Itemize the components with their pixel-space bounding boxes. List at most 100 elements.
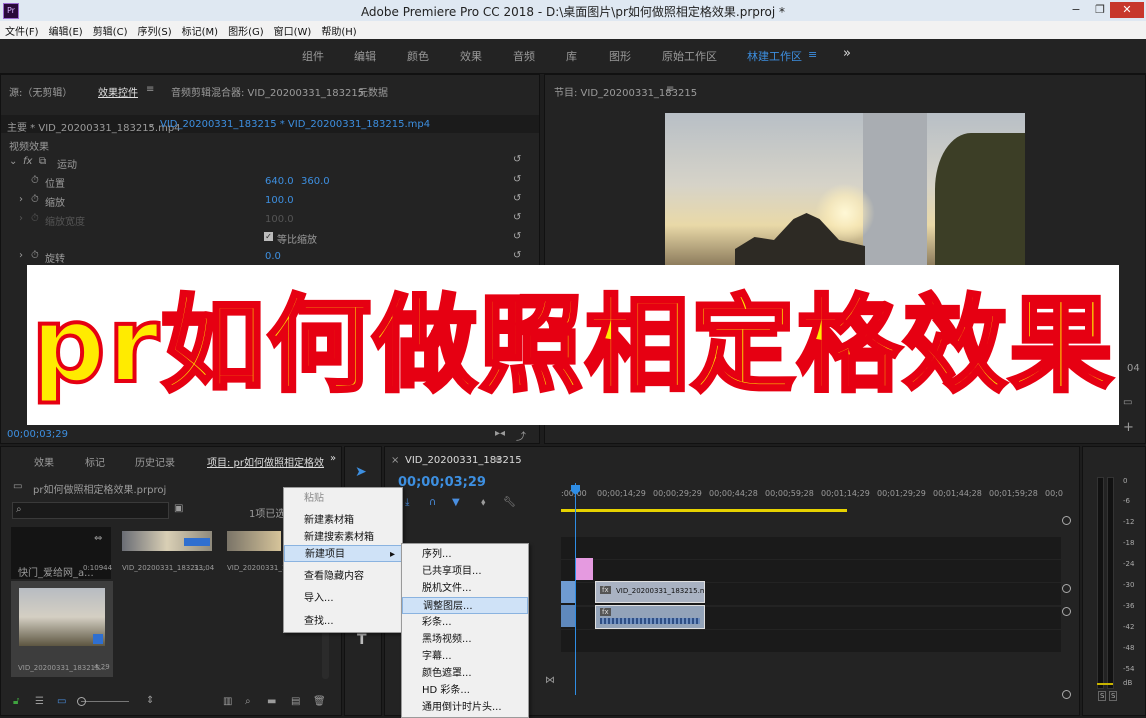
timeline-close-icon[interactable]: × bbox=[391, 455, 399, 466]
submenu-item-bars-tone[interactable]: 彩条... bbox=[402, 614, 528, 631]
submenu-item-color-matte[interactable]: 颜色遮罩... bbox=[402, 665, 528, 682]
workspace-tab-assembly[interactable]: 组件 bbox=[302, 48, 324, 64]
scroll-handle[interactable] bbox=[1062, 690, 1071, 699]
menu-item-new-search-bin[interactable]: 新建搜索素材箱 bbox=[284, 529, 402, 546]
adjustment-layer-clip[interactable] bbox=[576, 558, 593, 580]
close-button[interactable]: ✕ bbox=[1110, 2, 1144, 18]
marker-icon[interactable]: ⬧ bbox=[481, 497, 486, 508]
video-clip-segment[interactable] bbox=[561, 581, 575, 603]
linked-selection-icon[interactable]: ∩ bbox=[429, 497, 436, 508]
project-search-input[interactable]: ⌕ bbox=[12, 502, 169, 519]
menu-clip[interactable]: 剪辑(C) bbox=[88, 21, 133, 38]
workspace-tab-libraries[interactable]: 库 bbox=[566, 48, 577, 64]
effect-controls-timecode[interactable]: 00;00;03;29 bbox=[7, 429, 68, 440]
solo-left-button[interactable]: S bbox=[1098, 691, 1107, 701]
zoom-slider[interactable] bbox=[81, 701, 129, 702]
playhead-line[interactable] bbox=[575, 483, 576, 695]
submenu-item-adjustment-layer[interactable]: 调整图层... bbox=[402, 597, 528, 614]
scroll-handle[interactable] bbox=[1062, 607, 1071, 616]
zoom-slider-handle[interactable] bbox=[77, 697, 86, 706]
tab-project[interactable]: 项目: pr如何做照相定格效 bbox=[207, 454, 324, 469]
menu-sequence[interactable]: 序列(S) bbox=[132, 21, 176, 38]
workspace-tab-original[interactable]: 原始工作区 bbox=[662, 48, 717, 64]
solo-right-button[interactable]: S bbox=[1109, 691, 1118, 701]
scroll-handle[interactable] bbox=[1062, 516, 1071, 525]
settings-icon[interactable]: ▭ bbox=[1123, 397, 1132, 408]
video-clip[interactable]: fx VID_20200331_183215.mp4 [V] bbox=[595, 581, 705, 603]
submenu-item-black-video[interactable]: 黑场视频... bbox=[402, 631, 528, 648]
expand-icon[interactable]: › bbox=[19, 194, 23, 205]
menu-window[interactable]: 窗口(W) bbox=[269, 21, 317, 38]
stopwatch-icon[interactable]: ⏱ bbox=[31, 175, 39, 186]
program-menu-icon[interactable]: ≡ bbox=[666, 84, 674, 95]
tab-audio-clip-mixer[interactable]: 音频剪辑混合器: VID_20200331_183215 bbox=[171, 84, 364, 99]
menu-item-new-bin[interactable]: 新建素材箱 bbox=[284, 512, 402, 529]
menu-markers[interactable]: 标记(M) bbox=[177, 21, 223, 38]
lock-icon[interactable]: 🔓︎ bbox=[13, 696, 19, 707]
audio-clip[interactable]: fx bbox=[595, 605, 705, 629]
reset-icon[interactable]: ↺ bbox=[513, 213, 523, 223]
timeline-timecode[interactable]: 00;00;03;29 bbox=[398, 475, 486, 490]
workspace-more-icon[interactable]: » bbox=[843, 46, 851, 61]
reset-icon[interactable]: ↺ bbox=[513, 194, 523, 204]
audio-track-a2[interactable] bbox=[561, 630, 1061, 652]
new-item-icon[interactable]: ▤ bbox=[291, 696, 300, 707]
timeline-tab[interactable]: VID_20200331_183215 bbox=[405, 455, 522, 466]
add-marker-icon[interactable]: ▼ bbox=[452, 497, 460, 508]
menu-item-view-hidden[interactable]: 查看隐藏内容 bbox=[284, 568, 402, 585]
find-icon[interactable]: ⌕ bbox=[245, 696, 251, 707]
automate-icon[interactable]: ▥ bbox=[223, 696, 232, 707]
submenu-item-countdown-leader[interactable]: 通用倒计时片头... bbox=[402, 699, 528, 716]
snap-icon[interactable]: ⤓ bbox=[405, 497, 409, 508]
minimize-button[interactable]: − bbox=[1064, 2, 1088, 18]
menu-edit[interactable]: 编辑(E) bbox=[44, 21, 88, 38]
new-bin-icon[interactable]: ▣ bbox=[174, 503, 183, 514]
maximize-button[interactable]: ❐ bbox=[1088, 2, 1112, 18]
workspace-tab-color[interactable]: 颜色 bbox=[407, 48, 429, 64]
add-button-icon[interactable]: + bbox=[1123, 420, 1134, 435]
prop-scale-value[interactable]: 100.0 bbox=[265, 195, 294, 206]
prop-position-y[interactable]: 360.0 bbox=[301, 176, 330, 187]
program-monitor-title[interactable]: 节目: VID_20200331_183215 bbox=[554, 84, 697, 99]
menu-file[interactable]: 文件(F) bbox=[0, 21, 44, 38]
tab-menu-icon[interactable]: ≡ bbox=[146, 84, 154, 95]
workspace-tab-graphics[interactable]: 图形 bbox=[609, 48, 631, 64]
sort-icon[interactable]: ⇕ bbox=[146, 695, 154, 706]
project-item-selected[interactable]: VID_20200331_183215... 4;29 bbox=[11, 581, 113, 677]
filter-icon[interactable]: ▸◂ bbox=[495, 428, 505, 439]
type-tool-icon[interactable]: T bbox=[357, 632, 367, 648]
project-item-thumbnail[interactable] bbox=[227, 531, 281, 551]
submenu-item-sequence[interactable]: 序列... bbox=[402, 546, 528, 563]
submenu-item-hd-bars[interactable]: HD 彩条... bbox=[402, 682, 528, 699]
more-tabs-icon[interactable]: » bbox=[330, 453, 336, 464]
stopwatch-icon[interactable]: ⏱ bbox=[31, 250, 39, 261]
menu-item-find[interactable]: 查找... bbox=[284, 613, 402, 630]
submenu-item-shared-project[interactable]: 已共享项目... bbox=[402, 563, 528, 580]
workspace-tab-audio[interactable]: 音频 bbox=[513, 48, 535, 64]
zoom-to-fit-icon[interactable]: ⋈ bbox=[545, 675, 555, 686]
menu-help[interactable]: 帮助(H) bbox=[316, 21, 361, 38]
uniform-scale-checkbox[interactable]: ✓ bbox=[264, 232, 273, 241]
menu-item-import[interactable]: 导入... bbox=[284, 590, 402, 607]
workspace-tab-editing[interactable]: 编辑 bbox=[354, 48, 376, 64]
menu-graphics[interactable]: 图形(G) bbox=[223, 21, 269, 38]
new-bin-icon[interactable]: ▬ bbox=[267, 696, 276, 707]
scroll-handle[interactable] bbox=[1062, 584, 1071, 593]
fx-badge[interactable]: fx bbox=[23, 156, 32, 167]
stopwatch-icon[interactable]: ⏱ bbox=[31, 194, 39, 205]
program-video-frame[interactable] bbox=[665, 113, 1025, 273]
tab-effect-controls[interactable]: 效果控件 bbox=[98, 84, 138, 99]
timeline-menu-icon[interactable]: ≡ bbox=[493, 455, 501, 466]
workspace-tab-custom[interactable]: 林建工作区 bbox=[747, 48, 802, 64]
wrench-icon[interactable]: 🔧︎ bbox=[503, 497, 516, 508]
sequence-clip-label[interactable]: VID_20200331_183215 * VID_20200331_18321… bbox=[160, 119, 430, 130]
prop-position-x[interactable]: 640.0 bbox=[265, 176, 294, 187]
tab-history[interactable]: 历史记录 bbox=[135, 454, 175, 469]
selection-tool-icon[interactable]: ➤ bbox=[355, 464, 367, 480]
list-view-icon[interactable]: ☰ bbox=[35, 696, 44, 707]
prop-rotation-value[interactable]: 0.0 bbox=[265, 251, 281, 262]
expand-icon[interactable]: ⌄ bbox=[9, 156, 17, 167]
video-track-v3[interactable] bbox=[561, 537, 1061, 559]
submenu-item-offline-file[interactable]: 脱机文件... bbox=[402, 580, 528, 597]
icon-view-icon[interactable]: ▭ bbox=[57, 696, 66, 707]
